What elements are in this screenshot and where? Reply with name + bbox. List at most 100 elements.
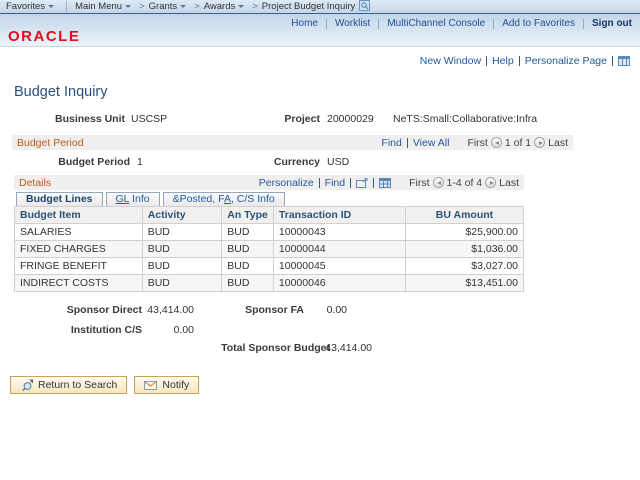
details-tabs: Budget Lines GL Info &Posted, FA, C/S In… (14, 192, 524, 206)
budget-period-view-all-link[interactable]: View All (413, 137, 450, 149)
table-row: SALARIES BUD BUD 10000043 $25,900.00 (15, 224, 524, 241)
breadcrumb-awards[interactable]: Awards (204, 1, 236, 12)
cell-an-type: BUD (222, 224, 274, 241)
personalize-page-link[interactable]: Personalize Page (525, 55, 607, 67)
cell-bu-amount: $13,451.00 (405, 275, 523, 292)
currency-label: Currency (220, 156, 320, 168)
business-unit-value: USCSP (131, 113, 167, 125)
circle-left-arrow-icon[interactable] (433, 177, 444, 188)
details-personalize-link[interactable]: Personalize (259, 177, 314, 189)
budget-period-pager: First 1 of 1 Last (467, 137, 568, 149)
cell-an-type: BUD (222, 241, 274, 258)
details-pager: First 1-4 of 4 Last (409, 177, 519, 189)
circle-right-arrow-icon[interactable] (534, 137, 545, 148)
total-sponsor-budget-value: 43,414.00 (302, 342, 372, 354)
page-title: Budget Inquiry (14, 84, 640, 100)
details-section-title: Details (19, 177, 51, 189)
tab-gl-info-accesskey: GL (116, 193, 130, 205)
budget-period-label: Budget Period (0, 156, 130, 168)
cell-transaction-id: 10000044 (273, 241, 405, 258)
breadcrumb-separator: > (194, 1, 200, 12)
cell-budget-item: INDIRECT COSTS (15, 275, 143, 292)
tab-posted-label-pre: &Posted, F (173, 193, 224, 205)
help-link[interactable]: Help (492, 55, 514, 67)
cell-activity: BUD (142, 241, 222, 258)
envelope-icon (144, 381, 157, 390)
budget-period-find-link[interactable]: Find (381, 137, 401, 149)
divider (583, 19, 584, 29)
budget-period-section-title: Budget Period (17, 137, 84, 149)
column-header-budget-item: Budget Item (15, 207, 143, 224)
chevron-down-icon (238, 5, 244, 8)
table-row: FIXED CHARGES BUD BUD 10000044 $1,036.00 (15, 241, 524, 258)
business-unit-label: Business Unit (0, 113, 125, 125)
divider (319, 178, 320, 188)
pager-first-label: First (409, 177, 429, 189)
breadcrumb-current-page: Project Budget Inquiry (262, 1, 355, 12)
page-search-icon[interactable] (359, 0, 370, 14)
chevron-down-icon (125, 5, 131, 8)
circle-right-arrow-icon[interactable] (485, 177, 496, 188)
home-link[interactable]: Home (291, 18, 318, 29)
sign-out-link[interactable]: Sign out (592, 18, 632, 29)
tab-budget-lines[interactable]: Budget Lines (16, 192, 103, 206)
details-section: Details Personalize Find First 1-4 of 4 … (14, 175, 524, 292)
notify-button[interactable]: Notify (134, 376, 199, 394)
cell-budget-item: FIXED CHARGES (15, 241, 143, 258)
cell-activity: BUD (142, 258, 222, 275)
divider (373, 178, 374, 188)
project-description: NeTS:Small:Collaborative:Infra (393, 113, 537, 125)
cell-an-type: BUD (222, 258, 274, 275)
circle-left-arrow-icon[interactable] (491, 137, 502, 148)
popup-window-icon[interactable] (356, 178, 368, 188)
breadcrumb-main-menu[interactable]: Main Menu (75, 1, 122, 12)
return-to-search-button[interactable]: Return to Search (10, 376, 127, 394)
return-to-search-label: Return to Search (38, 379, 117, 391)
period-fields-row: Budget Period 1 Currency USD (0, 156, 640, 170)
divider (350, 178, 351, 188)
tab-gl-info-label: Info (129, 193, 149, 205)
download-grid-icon[interactable] (379, 178, 391, 188)
cell-budget-item: SALARIES (15, 224, 143, 241)
details-find-link[interactable]: Find (325, 177, 345, 189)
divider (378, 19, 379, 29)
cell-activity: BUD (142, 275, 222, 292)
tab-posted-fa-cs-info[interactable]: &Posted, FA, C/S Info (163, 192, 285, 206)
cell-transaction-id: 10000043 (273, 224, 405, 241)
cell-transaction-id: 10000045 (273, 258, 405, 275)
institution-cs-value: 0.00 (114, 324, 194, 336)
divider (612, 56, 613, 66)
breadcrumb-grants[interactable]: Grants (149, 1, 178, 12)
pager-last-label: Last (499, 177, 519, 189)
currency-value: USD (327, 156, 349, 168)
chevron-down-icon (180, 5, 186, 8)
magnifier-back-arrow-icon (20, 379, 33, 391)
column-header-activity: Activity (142, 207, 222, 224)
divider (486, 56, 487, 66)
summary-section: Sponsor Direct 43,414.00 Sponsor FA 0.00… (0, 304, 640, 362)
layout-grid-icon[interactable] (618, 56, 630, 66)
table-row: FRINGE BENEFIT BUD BUD 10000045 $3,027.0… (15, 258, 524, 275)
breadcrumb-separator: > (139, 1, 145, 12)
new-window-link[interactable]: New Window (420, 55, 481, 67)
worklist-link[interactable]: Worklist (335, 18, 370, 29)
add-to-favorites-link[interactable]: Add to Favorites (502, 18, 575, 29)
cell-an-type: BUD (222, 275, 274, 292)
action-buttons: Return to Search Notify (10, 376, 640, 394)
tab-gl-info[interactable]: GL Info (106, 192, 160, 206)
multichannel-console-link[interactable]: MultiChannel Console (387, 18, 485, 29)
pager-last-label: Last (548, 137, 568, 149)
breadcrumb-separator: > (252, 1, 258, 12)
cell-transaction-id: 10000046 (273, 275, 405, 292)
notify-label: Notify (162, 379, 189, 391)
divider (326, 19, 327, 29)
breadcrumb-favorites[interactable]: Favorites (6, 1, 45, 12)
budget-period-value: 1 (137, 156, 143, 168)
breadcrumb: Favorites Main Menu > Grants > Awards > … (0, 0, 640, 14)
divider (519, 56, 520, 66)
project-label: Project (220, 113, 320, 125)
divider (493, 19, 494, 29)
cell-budget-item: FRINGE BENEFIT (15, 258, 143, 275)
project-value: 20000029 (327, 113, 374, 125)
page-utility-links: New Window Help Personalize Page (0, 55, 640, 67)
